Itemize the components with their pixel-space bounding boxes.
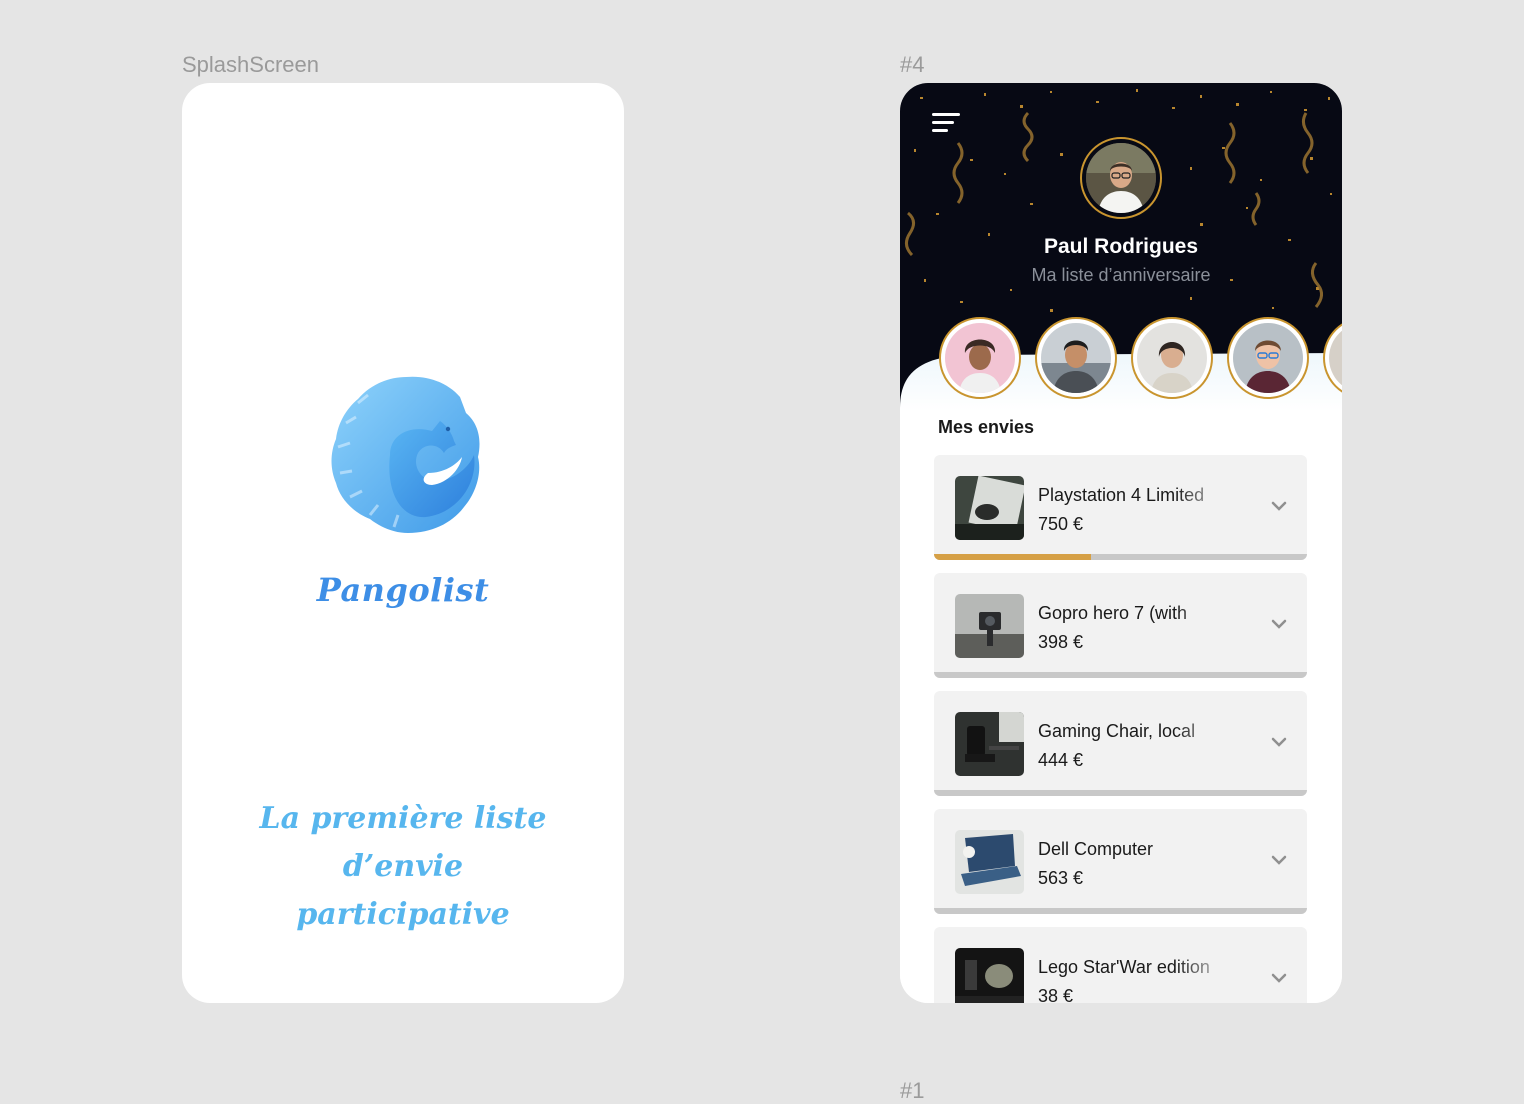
friends-row [900, 317, 1342, 403]
item-price: 38 € [1038, 986, 1074, 1003]
item-photo-gopro [955, 594, 1024, 658]
wish-item-card[interactable]: Dell Computer 563 € [934, 809, 1307, 914]
item-thumbnail [955, 594, 1024, 658]
item-photo-lego-starwars [955, 948, 1024, 1003]
pangolin-logo-icon [331, 376, 480, 533]
item-price: 750 € [1038, 514, 1084, 534]
friend-photo-2 [1041, 323, 1111, 393]
owner-photo [1086, 143, 1156, 213]
item-title: Gaming Chair, local [1038, 721, 1196, 741]
chevron-down-icon[interactable] [1271, 619, 1287, 629]
item-title: Gopro hero 7 (with [1038, 603, 1188, 623]
item-thumbnail [955, 712, 1024, 776]
item-title: Playstation 4 Limited [1038, 485, 1205, 505]
splash-screen: Pangolist La première liste d’envie part… [182, 83, 624, 1003]
chevron-down-icon[interactable] [1271, 737, 1287, 747]
friend-avatar-5[interactable] [1323, 317, 1342, 399]
friend-avatar-3[interactable] [1131, 317, 1213, 399]
wishlist-screen: Paul Rodrigues Ma liste d’anniversaire M… [900, 83, 1342, 1003]
owner-avatar[interactable] [1080, 137, 1162, 219]
item-thumbnail [955, 830, 1024, 894]
item-thumbnail [955, 476, 1024, 540]
friend-photo-3 [1137, 323, 1207, 393]
section-title: Mes envies [938, 417, 1035, 437]
next-frame-label: #1 [900, 1078, 925, 1103]
splash-frame-label: SplashScreen [182, 52, 319, 77]
friend-photo-1 [945, 323, 1015, 393]
friend-photo-4 [1233, 323, 1303, 393]
funding-progress-track [934, 554, 1307, 560]
chevron-down-icon[interactable] [1271, 501, 1287, 511]
funding-progress-track [934, 908, 1307, 914]
chevron-down-icon[interactable] [1271, 855, 1287, 865]
friend-avatar-2[interactable] [1035, 317, 1117, 399]
item-photo-gaming-chair [955, 712, 1024, 776]
friend-photo-5 [1329, 323, 1342, 393]
app-brand-name: Pangolist [316, 571, 490, 609]
item-title: Dell Computer [1038, 839, 1154, 859]
friend-avatar-4[interactable] [1227, 317, 1309, 399]
hamburger-menu-icon [932, 113, 960, 132]
item-title: Lego Star'War edition [1038, 957, 1210, 977]
item-photo-dell-computer [955, 830, 1024, 894]
menu-button[interactable] [932, 111, 962, 135]
tagline-line-1: La première liste d’envie [259, 801, 547, 884]
wishlist-frame-label: #4 [900, 52, 925, 77]
friend-avatar-1[interactable] [939, 317, 1021, 399]
wish-item-card[interactable]: Gopro hero 7 (with 398 € [934, 573, 1307, 678]
wish-item-card[interactable]: Gaming Chair, local 444 € [934, 691, 1307, 796]
item-price: 398 € [1038, 632, 1084, 652]
chevron-down-icon[interactable] [1271, 973, 1287, 983]
list-name: Ma liste d’anniversaire [1031, 265, 1211, 285]
item-price: 563 € [1038, 868, 1084, 888]
funding-progress-track [934, 790, 1307, 796]
wish-item-card[interactable]: Playstation 4 Limited 750 € [934, 455, 1307, 560]
owner-name: Paul Rodrigues [1043, 235, 1199, 258]
wish-item-card[interactable]: Lego Star'War edition 38 € [934, 927, 1307, 1003]
tagline-line-2: participative [296, 897, 510, 932]
item-photo-playstation [955, 476, 1024, 540]
app-tagline: La première liste d’envie participative [202, 795, 604, 939]
item-price: 444 € [1038, 750, 1084, 770]
item-thumbnail [955, 948, 1024, 1003]
funding-progress-track [934, 672, 1307, 678]
funding-progress-fill [934, 554, 1091, 560]
